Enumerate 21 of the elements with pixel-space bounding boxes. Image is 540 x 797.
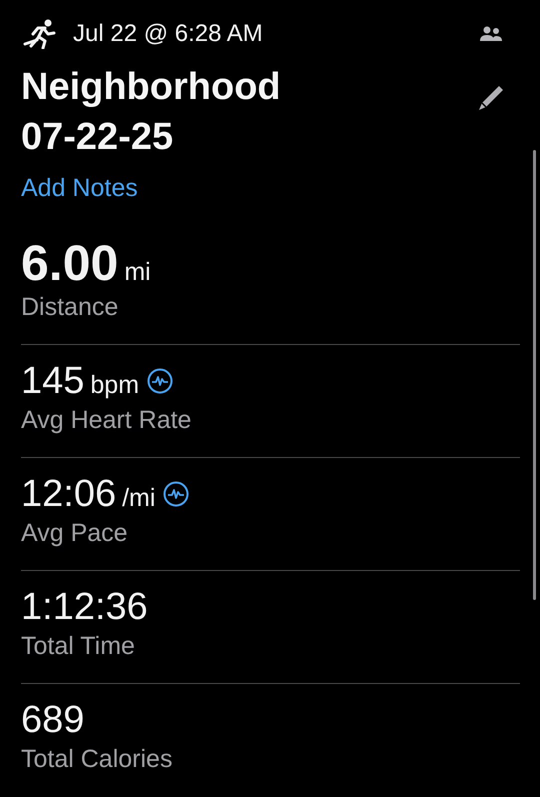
runner-icon: [21, 19, 57, 49]
stat-unit: mi: [124, 256, 151, 288]
people-icon[interactable]: [479, 26, 503, 42]
stat-value: 12:06: [21, 472, 116, 516]
stat-label: Total Time: [21, 630, 136, 660]
stat-value: 689: [21, 698, 84, 742]
pulse-icon[interactable]: [147, 368, 174, 394]
add-notes-link[interactable]: Add Notes: [21, 170, 138, 208]
stat-value: 1:12:36: [21, 584, 148, 630]
stat-label: Avg Pace: [21, 518, 129, 548]
activity-date: Jul 22 @ 6:28 AM: [73, 19, 263, 49]
pencil-icon[interactable]: [477, 84, 505, 112]
stat-label: Distance: [21, 292, 120, 322]
stat-value: 6.00: [21, 234, 118, 292]
stat-label: Total Calories: [21, 744, 174, 774]
stat-unit: bpm: [90, 370, 140, 400]
stat-unit: /mi: [122, 482, 156, 514]
pulse-icon[interactable]: [163, 480, 190, 506]
stat-label: Avg Heart Rate: [21, 404, 192, 434]
stat-value: 145: [21, 358, 84, 404]
activity-title: Neighborhood 07-22-25: [21, 65, 281, 160]
